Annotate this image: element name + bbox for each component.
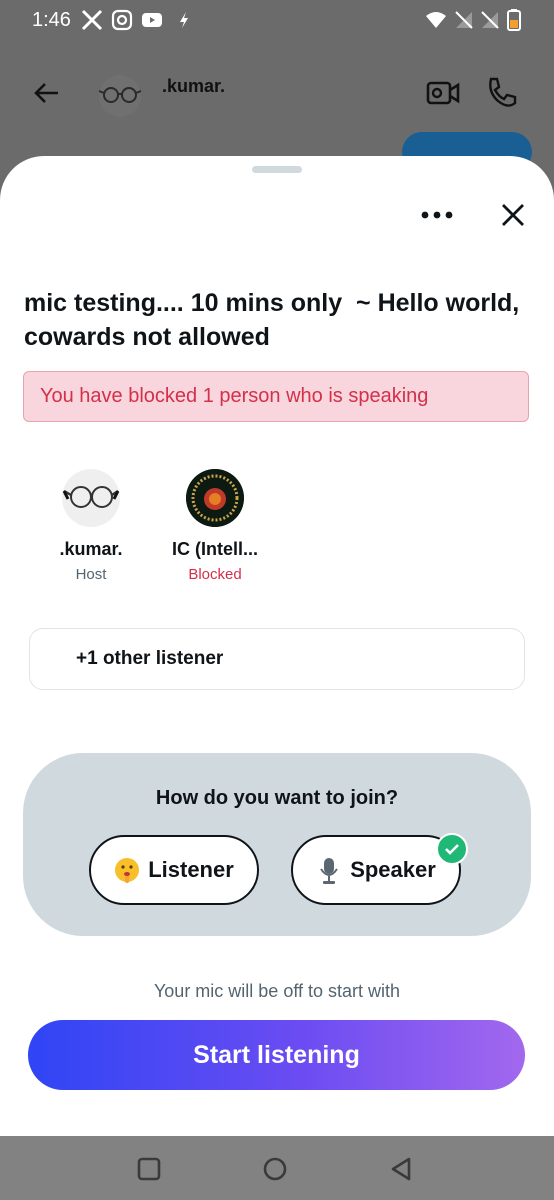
back-arrow-icon[interactable] (32, 78, 62, 108)
space-bottom-sheet: mic testing.... 10 mins only ~ Hello wor… (0, 156, 554, 1136)
phone-icon[interactable] (484, 76, 518, 110)
participant-role: Blocked (188, 566, 242, 583)
participant-name: IC (Intell... (171, 539, 258, 559)
shushing-face-icon (115, 858, 140, 883)
microphone-icon (320, 858, 339, 884)
wifi-icon (426, 12, 446, 28)
back-icon[interactable] (388, 1156, 414, 1182)
space-title: mic testing.... 10 mins only ~ Hello wor… (24, 289, 527, 351)
listener-option-label: Listener (148, 857, 234, 882)
x-icon (81, 9, 103, 31)
signal-icon (455, 11, 473, 29)
speaker-option-label: Speaker (350, 857, 436, 882)
listeners-button[interactable]: +1 other listener (29, 628, 525, 690)
battery-icon (507, 9, 521, 31)
signal-icon (481, 11, 499, 29)
system-nav-bar (0, 1136, 554, 1200)
video-call-icon[interactable] (426, 78, 460, 108)
join-mode-panel: How do you want to join? Listener Speake… (23, 753, 531, 936)
intellectually-confused-avatar (186, 469, 244, 527)
close-icon[interactable] (496, 198, 530, 232)
chat-contact-name[interactable]: .kumar. (162, 76, 225, 97)
join-question: How do you want to join? (155, 787, 399, 809)
participant-role: Host (75, 566, 107, 583)
listener-option[interactable]: Listener (89, 835, 259, 905)
participant-host[interactable]: .kumar. Host (31, 469, 151, 583)
selected-check-icon (436, 833, 468, 865)
start-listening-button[interactable]: Start listening (28, 1020, 525, 1090)
recents-icon[interactable] (136, 1156, 162, 1182)
glasses-avatar (62, 469, 120, 527)
participant-name: .kumar. (59, 539, 123, 559)
instagram-icon (111, 9, 133, 31)
participant-blocked[interactable]: IC (Intell... Blocked (155, 469, 275, 583)
status-bar: 1:46 (0, 0, 554, 44)
home-icon[interactable] (262, 1156, 288, 1182)
chat-avatar[interactable] (96, 74, 144, 118)
blocked-speaker-banner: You have blocked 1 person who is speakin… (23, 371, 529, 422)
mic-note: Your mic will be off to start with (153, 981, 401, 1001)
chat-header (0, 50, 554, 140)
youtube-icon (142, 13, 162, 27)
more-options-icon[interactable] (418, 200, 456, 230)
status-time: 1:46 (32, 9, 71, 31)
flash-icon (180, 12, 188, 28)
drag-handle[interactable] (252, 166, 302, 173)
